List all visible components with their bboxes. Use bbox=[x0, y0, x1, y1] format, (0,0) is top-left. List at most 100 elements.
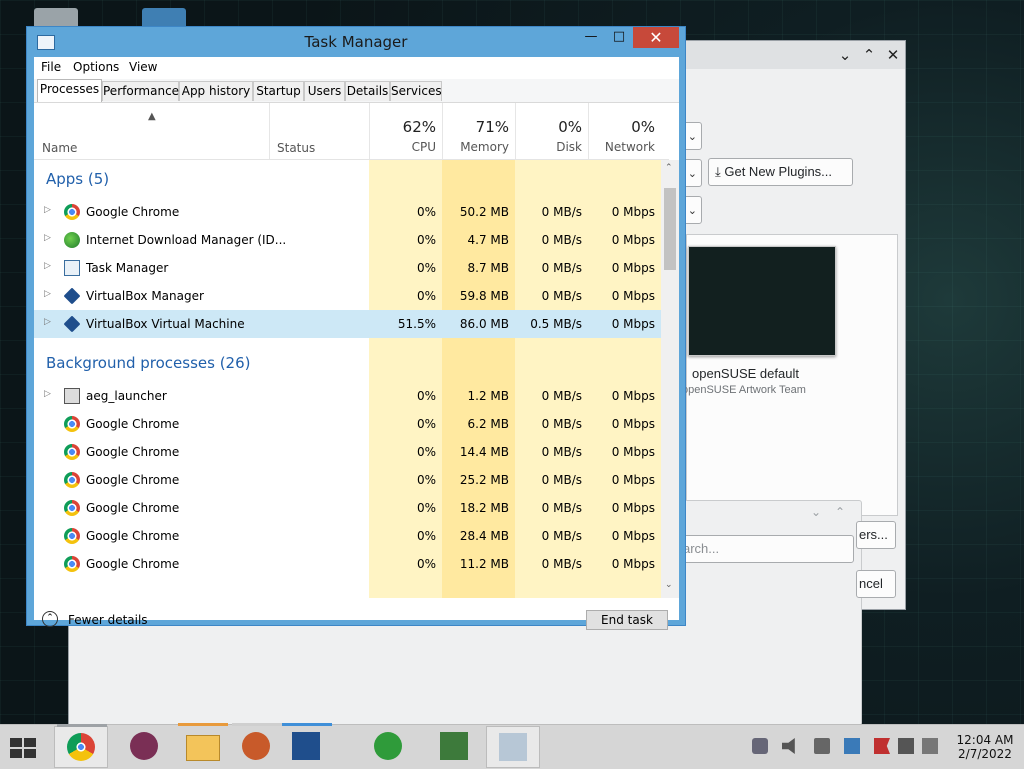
get-new-plugins-button[interactable]: ⤓ Get New Plugins... bbox=[708, 158, 853, 186]
taskbar-file-explorer-icon[interactable] bbox=[176, 723, 230, 768]
process-row[interactable]: Google Chrome 0% 11.2 MB 0 MB/s 0 Mbps bbox=[34, 550, 661, 578]
process-row[interactable]: ▷ aeg_launcher 0% 1.2 MB 0 MB/s 0 Mbps bbox=[34, 382, 661, 410]
process-row[interactable]: ▷ VirtualBox Manager 0% 59.8 MB 0 MB/s 0 Mbps bbox=[34, 282, 661, 310]
aeg-launcher-icon bbox=[64, 388, 80, 404]
group-header: Background processes (26) bbox=[46, 354, 251, 372]
expand-icon[interactable]: ▷ bbox=[44, 205, 51, 215]
display-icon[interactable] bbox=[844, 738, 860, 754]
battery-icon[interactable] bbox=[898, 738, 914, 754]
close-button[interactable]: ✕ bbox=[633, 27, 679, 48]
process-memory: 25.2 MB bbox=[459, 473, 509, 487]
process-name: Internet Download Manager (ID... bbox=[86, 233, 287, 247]
taskbar-firefox-icon[interactable] bbox=[118, 726, 172, 768]
expand-icon[interactable]: ▷ bbox=[44, 261, 51, 271]
kde-cancel-button[interactable]: ncel bbox=[856, 570, 896, 598]
kde-close-icon[interactable]: ✕ bbox=[883, 45, 903, 65]
expand-icon[interactable]: ▷ bbox=[44, 389, 51, 399]
process-row[interactable]: Google Chrome 0% 28.4 MB 0 MB/s 0 Mbps bbox=[34, 522, 661, 550]
tab-details[interactable]: Details bbox=[345, 81, 390, 101]
process-network: 0 Mbps bbox=[611, 529, 655, 543]
sub-chevron-down-icon[interactable]: ⌄ bbox=[811, 505, 821, 519]
tab-app-history[interactable]: App history bbox=[179, 81, 253, 101]
scroll-thumb[interactable] bbox=[664, 188, 676, 270]
maximize-icon[interactable]: □ bbox=[605, 27, 633, 49]
end-task-button[interactable]: End task bbox=[586, 610, 668, 630]
header-name[interactable]: ▲ Name bbox=[34, 103, 269, 159]
process-cpu: 0% bbox=[416, 557, 436, 571]
process-row[interactable]: ▷ Internet Download Manager (ID... 0% 4.7 M… bbox=[34, 226, 661, 254]
tab-services[interactable]: Services bbox=[390, 81, 442, 101]
kde-partial-button-1[interactable]: ers... bbox=[856, 521, 896, 549]
process-row[interactable]: ▷ Google Chrome 0% 50.2 MB 0 MB/s 0 Mbps bbox=[34, 198, 661, 226]
header-cpu[interactable]: 62% CPU bbox=[369, 103, 442, 159]
tab-performance[interactable]: Performance bbox=[102, 81, 179, 101]
expand-icon[interactable]: ▷ bbox=[44, 317, 51, 327]
network-icon[interactable] bbox=[752, 738, 768, 754]
column-header: ▲ Name Status 62% CPU 71% Memory 0% Disk… bbox=[34, 103, 669, 160]
process-name: VirtualBox Virtual Machine bbox=[86, 317, 245, 331]
header-memory[interactable]: 71% Memory bbox=[442, 103, 515, 159]
taskbar-task-manager-icon[interactable] bbox=[486, 726, 540, 768]
process-row[interactable]: Google Chrome 0% 18.2 MB 0 MB/s 0 Mbps bbox=[34, 494, 661, 522]
kde-cancel-label: ncel bbox=[859, 576, 883, 591]
process-network: 0 Mbps bbox=[611, 473, 655, 487]
process-disk: 0 MB/s bbox=[541, 473, 582, 487]
menu-options[interactable]: Options bbox=[73, 60, 119, 74]
header-status[interactable]: Status bbox=[269, 103, 369, 159]
theme-preview[interactable] bbox=[688, 246, 836, 356]
menu-file[interactable]: File bbox=[41, 60, 61, 74]
expand-icon[interactable]: ▷ bbox=[44, 233, 51, 243]
header-disk[interactable]: 0% Disk bbox=[515, 103, 588, 159]
task-manager-icon bbox=[64, 260, 80, 276]
process-memory: 50.2 MB bbox=[459, 205, 509, 219]
process-memory: 6.2 MB bbox=[467, 417, 509, 431]
task-manager-client: File Options View Processes Performance … bbox=[34, 57, 679, 630]
kde-maximize-icon[interactable]: ⌃ bbox=[859, 45, 879, 65]
process-name: Google Chrome bbox=[86, 557, 180, 571]
header-network[interactable]: 0% Network bbox=[588, 103, 661, 159]
get-new-plugins-label: Get New Plugins... bbox=[724, 164, 833, 179]
taskbar-paint-icon[interactable] bbox=[230, 723, 284, 768]
volume-muted-icon[interactable] bbox=[922, 738, 938, 754]
tab-users[interactable]: Users bbox=[304, 81, 345, 101]
process-row[interactable]: Google Chrome 0% 6.2 MB 0 MB/s 0 Mbps bbox=[34, 410, 661, 438]
fewer-details-link[interactable]: Fewer details bbox=[68, 613, 148, 627]
minimize-icon[interactable]: — bbox=[577, 27, 605, 49]
process-cpu: 0% bbox=[416, 233, 436, 247]
taskbar-chrome-icon[interactable] bbox=[54, 724, 108, 768]
process-row[interactable]: Google Chrome 0% 14.4 MB 0 MB/s 0 Mbps bbox=[34, 438, 661, 466]
kde-search-input[interactable]: arch... bbox=[678, 535, 854, 563]
tab-processes[interactable]: Processes bbox=[37, 79, 102, 102]
sub-chevron-up-icon[interactable]: ⌃ bbox=[835, 505, 845, 519]
process-row-selected[interactable]: ▷ VirtualBox Virtual Machine 51.5% 86.0 MB 0… bbox=[34, 310, 661, 338]
process-row[interactable]: ▷ Task Manager 0% 8.7 MB 0 MB/s 0 Mbps bbox=[34, 254, 661, 282]
taskbar-internet-download-manager-icon[interactable] bbox=[362, 726, 416, 768]
process-cpu: 0% bbox=[416, 445, 436, 459]
menu-view[interactable]: View bbox=[129, 60, 157, 74]
tab-startup[interactable]: Startup bbox=[253, 81, 304, 101]
chrome-icon bbox=[64, 416, 80, 432]
scroll-down-icon[interactable]: ⌄ bbox=[665, 580, 673, 590]
process-name: Google Chrome bbox=[86, 417, 180, 431]
kde-minimize-icon[interactable]: ⌄ bbox=[835, 45, 855, 65]
clock[interactable]: 12:04 AM 2/7/2022 bbox=[950, 733, 1020, 761]
chevron-up-icon[interactable]: ⌃ bbox=[42, 611, 58, 627]
process-cpu: 0% bbox=[416, 205, 436, 219]
tab-strip: Processes Performance App history Startu… bbox=[34, 79, 679, 103]
process-cpu: 0% bbox=[416, 473, 436, 487]
process-memory: 18.2 MB bbox=[459, 501, 509, 515]
process-disk: 0.5 MB/s bbox=[530, 317, 582, 331]
windows-start-icon[interactable] bbox=[8, 736, 38, 760]
expand-icon[interactable]: ▷ bbox=[44, 289, 51, 299]
usb-icon[interactable] bbox=[814, 738, 830, 754]
process-name: Google Chrome bbox=[86, 205, 180, 219]
vertical-scrollbar[interactable]: ⌃ ⌄ bbox=[661, 160, 679, 598]
process-row[interactable]: Google Chrome 0% 25.2 MB 0 MB/s 0 Mbps bbox=[34, 466, 661, 494]
taskbar-virtualbox-icon[interactable] bbox=[280, 723, 334, 768]
title-bar[interactable]: Task Manager — □ ✕ bbox=[27, 27, 685, 57]
chrome-icon bbox=[64, 204, 80, 220]
scroll-up-icon[interactable]: ⌃ bbox=[665, 163, 673, 173]
taskbar-app-64bit-icon[interactable] bbox=[428, 726, 482, 768]
virtualbox-icon bbox=[63, 315, 81, 333]
download-icon: ⤓ bbox=[715, 164, 725, 179]
